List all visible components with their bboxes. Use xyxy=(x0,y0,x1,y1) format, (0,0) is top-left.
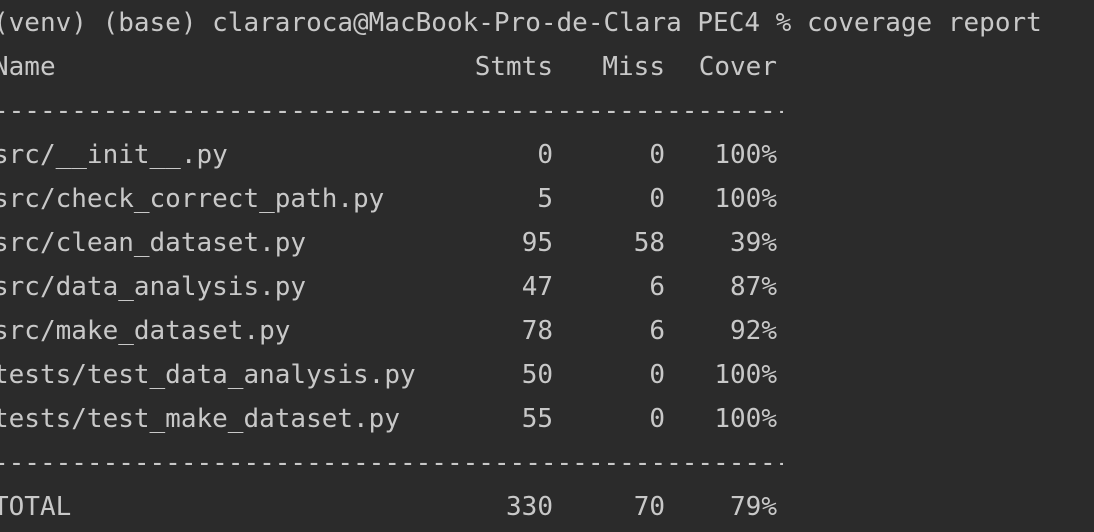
table-row: src/make_dataset.py 78 6 92% xyxy=(0,314,1094,348)
row-miss: 0 xyxy=(649,404,665,434)
total-cover: 79% xyxy=(730,492,777,522)
row-stmts: 5 xyxy=(537,184,553,214)
row-miss: 58 xyxy=(633,228,665,258)
row-stmts: 50 xyxy=(521,360,553,390)
row-stmts: 47 xyxy=(521,272,553,302)
row-miss: 0 xyxy=(649,140,665,170)
total-row: TOTAL 330 70 79% xyxy=(0,490,1094,524)
prompt-line: (venv) (base) clararoca@MacBook-Pro-de-C… xyxy=(0,8,1042,38)
row-cover: 39% xyxy=(730,228,777,258)
total-stmts: 330 xyxy=(506,492,553,522)
row-cover: 87% xyxy=(730,272,777,302)
row-stmts: 55 xyxy=(521,404,553,434)
table-row: tests/test_make_dataset.py 55 0 100% xyxy=(0,402,1094,436)
table-row: src/data_analysis.py 47 6 87% xyxy=(0,270,1094,304)
row-name: src/clean_dataset.py xyxy=(0,228,307,258)
row-stmts: 95 xyxy=(521,228,553,258)
table-row: src/__init__.py 0 0 100% xyxy=(0,138,1094,172)
row-name: tests/test_make_dataset.py xyxy=(0,404,400,434)
header-cover: Cover xyxy=(698,52,777,82)
row-miss: 0 xyxy=(649,360,665,390)
total-miss: 70 xyxy=(633,492,665,522)
row-miss: 0 xyxy=(649,184,665,214)
row-stmts: 78 xyxy=(521,316,553,346)
row-stmts: 0 xyxy=(537,140,553,170)
row-name: src/make_dataset.py xyxy=(0,316,291,346)
table-row: tests/test_data_analysis.py 50 0 100% xyxy=(0,358,1094,392)
row-cover: 100% xyxy=(714,360,777,390)
row-name: src/data_analysis.py xyxy=(0,272,307,302)
header-stmts: Stmts xyxy=(474,52,553,82)
row-name: src/check_correct_path.py xyxy=(0,184,385,214)
table-header: Name Stmts Miss Cover xyxy=(0,50,1094,84)
header-name: Name xyxy=(0,52,56,82)
header-miss: Miss xyxy=(602,52,665,82)
table-row: src/check_correct_path.py 5 0 100% xyxy=(0,182,1094,216)
row-cover: 92% xyxy=(730,316,777,346)
separator-bottom: ----------------------------------------… xyxy=(0,448,783,478)
table-row: src/clean_dataset.py 95 58 39% xyxy=(0,226,1094,260)
row-miss: 6 xyxy=(649,316,665,346)
row-cover: 100% xyxy=(714,404,777,434)
separator-top: ----------------------------------------… xyxy=(0,96,783,126)
row-miss: 6 xyxy=(649,272,665,302)
terminal-window[interactable]: (venv) (base) clararoca@MacBook-Pro-de-C… xyxy=(0,0,1094,532)
total-name: TOTAL xyxy=(0,492,72,522)
row-name: src/__init__.py xyxy=(0,140,228,170)
row-cover: 100% xyxy=(714,184,777,214)
row-cover: 100% xyxy=(714,140,777,170)
row-name: tests/test_data_analysis.py xyxy=(0,360,416,390)
